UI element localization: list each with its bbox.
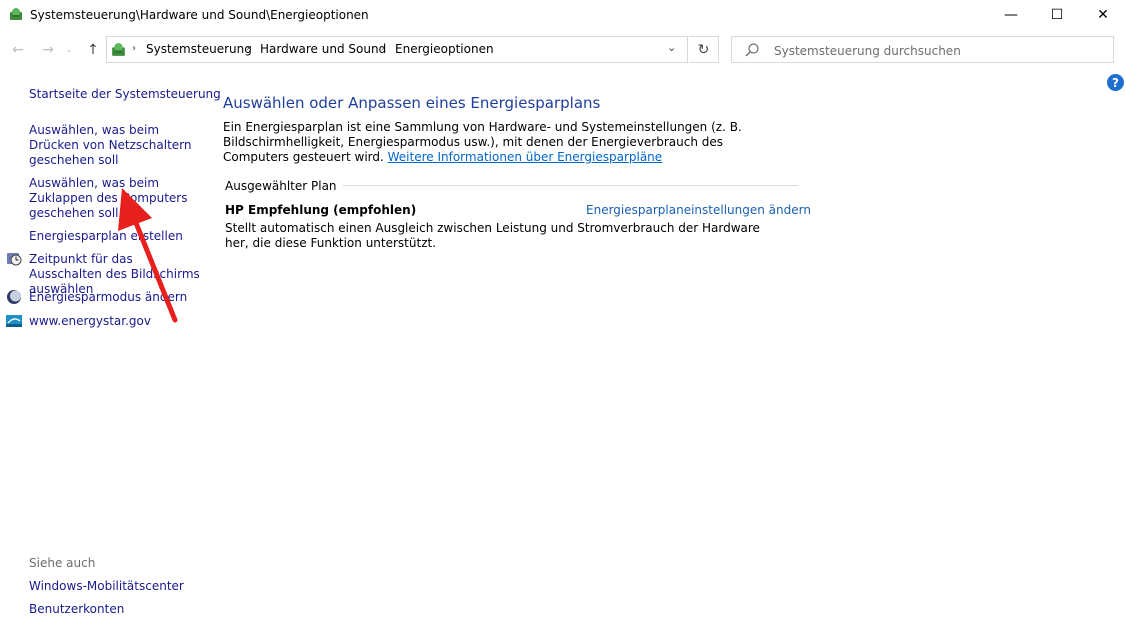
- help-icon[interactable]: ?: [1107, 74, 1124, 91]
- breadcrumb-separator: ›: [132, 43, 136, 54]
- title-bar: Systemsteuerung\Hardware und Sound\Energ…: [0, 0, 1126, 30]
- see-also-label: Siehe auch: [29, 556, 96, 570]
- breadcrumb-separator[interactable]: ›: [381, 43, 385, 54]
- breadcrumb-energieoptionen[interactable]: Energieoptionen: [395, 42, 494, 56]
- address-dropdown-button[interactable]: ⌄: [667, 41, 676, 54]
- link-mobility-center[interactable]: Windows-Mobilitätscenter: [29, 579, 184, 594]
- page-description: Ein Energiesparplan ist eine Sammlung vo…: [223, 120, 783, 165]
- breadcrumb-systemsteuerung[interactable]: Systemsteuerung: [146, 42, 252, 56]
- more-info-link[interactable]: Weitere Informationen über Energiesparpl…: [388, 150, 663, 164]
- plan-description: Stellt automatisch einen Ausgleich zwisc…: [225, 221, 760, 250]
- energystar-icon: [6, 315, 22, 327]
- maximize-button[interactable]: ☐: [1034, 0, 1080, 30]
- back-button[interactable]: ←: [8, 40, 28, 60]
- annotation-arrow-icon: [118, 188, 178, 323]
- address-bar[interactable]: › Systemsteuerung › Hardware und Sound ›…: [106, 36, 688, 63]
- moon-icon: [7, 290, 21, 304]
- clock-icon: [7, 253, 22, 266]
- search-box[interactable]: [731, 36, 1114, 63]
- recent-locations-button[interactable]: ⌄: [62, 40, 76, 60]
- page-title: Auswählen oder Anpassen eines Energiespa…: [223, 94, 601, 112]
- change-plan-settings-link[interactable]: Energiesparplaneinstellungen ändern: [586, 203, 811, 217]
- link-user-accounts[interactable]: Benutzerkonten: [29, 602, 124, 617]
- search-icon: [745, 43, 759, 57]
- selected-plan-group-label: Ausgewählter Plan: [225, 179, 343, 193]
- plan-name: HP Empfehlung (empfohlen): [225, 203, 417, 217]
- link-control-panel-home[interactable]: Startseite der Systemsteuerung: [29, 87, 221, 102]
- control-panel-icon: [112, 43, 125, 56]
- search-input[interactable]: [772, 40, 1106, 61]
- control-panel-icon: [10, 8, 22, 20]
- breadcrumb-separator[interactable]: ›: [246, 43, 250, 54]
- link-power-buttons[interactable]: Auswählen, was beim Drücken von Netzscha…: [29, 123, 209, 168]
- up-button[interactable]: ↑: [83, 40, 103, 60]
- window-title: Systemsteuerung\Hardware und Sound\Energ…: [30, 8, 369, 22]
- close-button[interactable]: ✕: [1080, 0, 1126, 30]
- forward-button[interactable]: →: [38, 40, 58, 60]
- refresh-button[interactable]: ↻: [689, 36, 719, 63]
- minimize-button[interactable]: —: [988, 0, 1034, 30]
- breadcrumb-hardware-und-sound[interactable]: Hardware und Sound: [260, 42, 386, 56]
